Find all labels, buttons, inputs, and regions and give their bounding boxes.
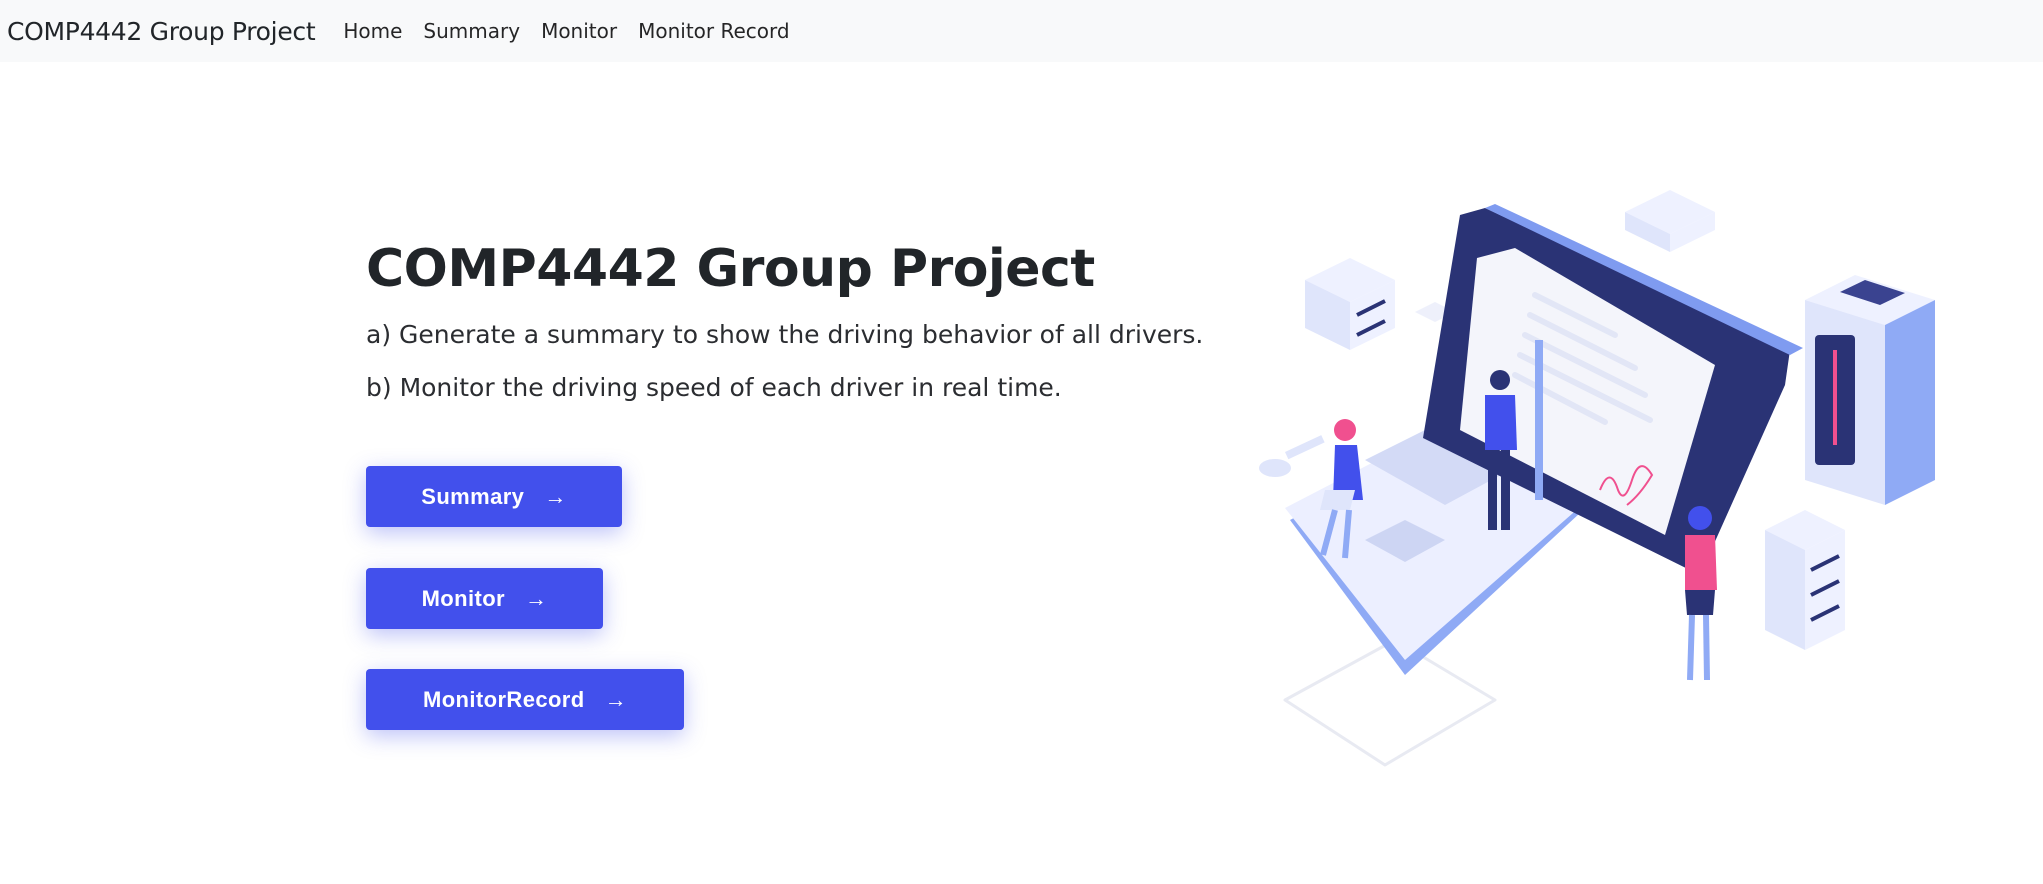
monitor-record-button-label: MonitorRecord (422, 686, 585, 712)
nav-link-monitor[interactable]: Monitor (541, 19, 617, 43)
monitor-button[interactable]: Monitor → (366, 568, 603, 629)
server-small-top (1625, 190, 1715, 252)
key-icon (1259, 435, 1325, 477)
description-summary: a) Generate a summary to show the drivin… (366, 320, 1204, 349)
server-tower-right (1805, 275, 1935, 505)
arrow-right-icon: → (525, 585, 548, 611)
description-monitor: b) Monitor the driving speed of each dri… (366, 373, 1062, 402)
nav-links: Home Summary Monitor Monitor Record (333, 19, 800, 43)
monitor-button-label: Monitor (421, 585, 506, 611)
summary-button[interactable]: Summary → (366, 466, 622, 527)
server-stack-left (1305, 258, 1395, 350)
hero-illustration (1259, 190, 1935, 767)
nav-link-home[interactable]: Home (343, 19, 402, 43)
arrow-right-icon: → (544, 483, 567, 509)
summary-button-label: Summary (421, 483, 525, 509)
hero-title: COMP4442 Group Project (366, 239, 1095, 299)
monitor-record-button[interactable]: MonitorRecord → (366, 669, 684, 730)
nav-link-summary[interactable]: Summary (423, 19, 520, 43)
top-navbar: COMP4442 Group Project Home Summary Moni… (0, 0, 2043, 62)
arrow-right-icon: → (604, 686, 628, 712)
floor-tile-outline (1283, 638, 1497, 767)
server-stack-right (1765, 510, 1845, 650)
navbar-brand[interactable]: COMP4442 Group Project (7, 17, 316, 46)
nav-link-monitor-record[interactable]: Monitor Record (638, 19, 789, 43)
